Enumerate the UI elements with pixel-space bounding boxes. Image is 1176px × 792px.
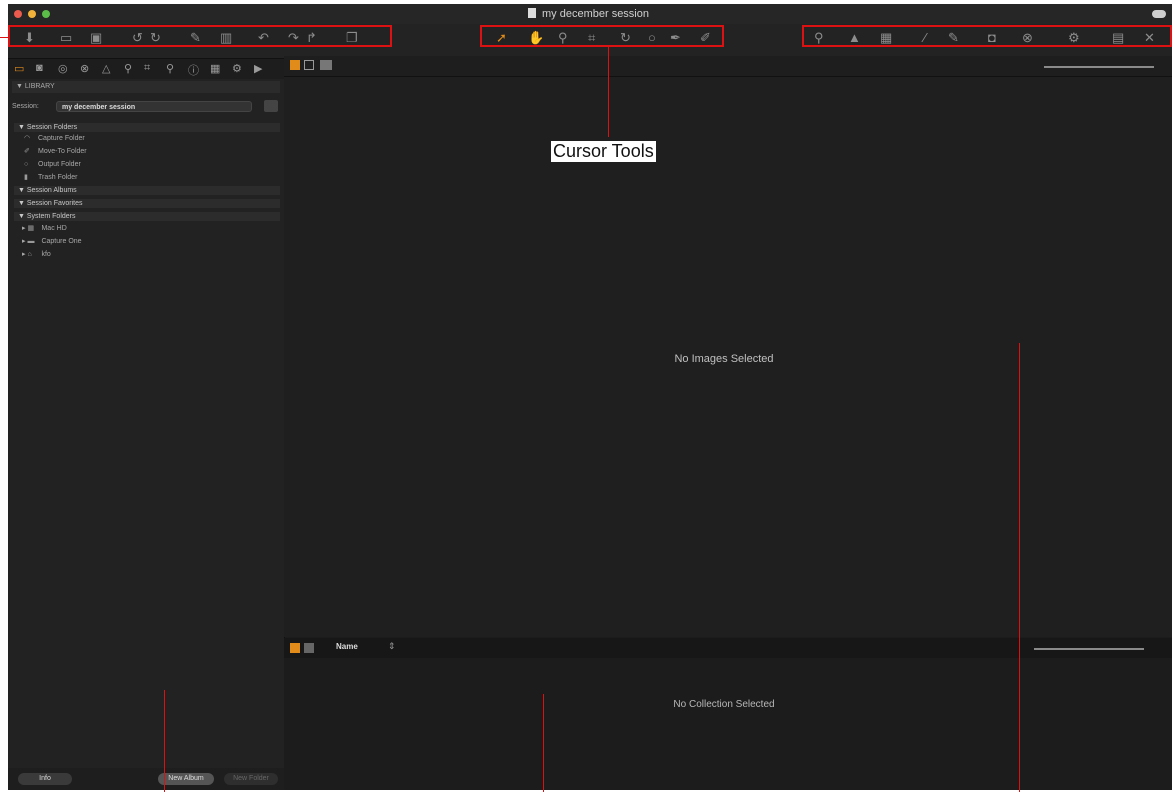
info-icon[interactable]: ⓘ	[188, 62, 199, 78]
cursor-tools-line	[608, 47, 609, 137]
hard-drive-icon: ▦	[27, 225, 35, 232]
sort-arrows-icon[interactable]: ⇕	[388, 641, 396, 652]
sidebar-item-mac-hd[interactable]: ▸ ▦ Mac HD	[22, 223, 67, 235]
left-callout-line	[0, 37, 8, 38]
browser-grid-icon[interactable]	[290, 643, 300, 653]
sidebar-callout-line	[164, 690, 165, 792]
section-session-folders[interactable]: ▼ Session Folders	[14, 123, 280, 132]
left-toolbar-callout	[8, 25, 392, 47]
zoom-slider[interactable]	[1044, 66, 1154, 68]
play-icon[interactable]: ▶	[254, 62, 262, 75]
sidebar-item-trash-folder[interactable]: ▮ Trash Folder	[24, 172, 77, 184]
zoom-window-button[interactable]	[42, 10, 50, 18]
document-icon	[528, 8, 536, 18]
viewer-toolbar	[284, 56, 1172, 77]
single-view-icon[interactable]	[304, 60, 314, 70]
section-session-albums[interactable]: ▼ Session Albums	[14, 186, 280, 195]
no-images-message: No Images Selected	[674, 353, 774, 365]
item-label: Mac HD	[41, 225, 67, 232]
sidebar-footer: Info New Album New Folder	[8, 768, 284, 790]
capture-icon[interactable]: ◎	[58, 62, 68, 75]
item-label: Output Folder	[38, 161, 81, 168]
browser-callout-line	[543, 694, 544, 792]
crop-icon[interactable]: ⌗	[144, 62, 150, 75]
sidebar-item-kfo[interactable]: ▸ ⌂ kfo	[22, 249, 51, 261]
item-label: kfo	[41, 251, 51, 258]
search-icon[interactable]: ⚲	[166, 62, 174, 75]
right-toolbar-callout	[802, 25, 1172, 47]
item-label: Capture One	[41, 238, 82, 245]
section-title: System Folders	[26, 213, 76, 220]
new-album-button[interactable]: New Album	[158, 773, 214, 785]
grid-icon[interactable]: ▦	[210, 62, 220, 75]
grid-view-icon[interactable]	[290, 60, 300, 70]
folder-icon: ▬	[27, 238, 35, 245]
trash-folder-icon: ▮	[24, 174, 28, 181]
image-browser: No Collection Selected	[284, 658, 1172, 790]
item-label: Capture Folder	[38, 135, 85, 142]
section-title: Session Albums	[26, 187, 77, 194]
cursor-tools-callout	[480, 25, 724, 47]
library-header[interactable]: ▼ LIBRARY	[12, 81, 280, 93]
toolbar-toggle-button[interactable]	[1152, 10, 1166, 18]
window-title-text: my december session	[542, 8, 649, 20]
session-row: Session: my december session	[12, 99, 280, 115]
section-title: Session Folders	[26, 124, 78, 131]
sidebar-item-move-to-folder[interactable]: ✐ Move-To Folder	[24, 146, 87, 158]
sidebar-item-output-folder[interactable]: ○ Output Folder	[24, 159, 81, 171]
section-system-folders[interactable]: ▼ System Folders	[14, 212, 280, 221]
session-select[interactable]: my december session	[56, 101, 252, 112]
output-folder-icon: ○	[24, 161, 29, 168]
move-to-folder-icon: ✐	[24, 148, 30, 155]
browser-toolbar: Name ⇕	[284, 638, 1172, 658]
info-button[interactable]: Info	[18, 773, 72, 785]
browser-list-icon[interactable]	[304, 643, 314, 653]
viewer-callout-line	[1019, 343, 1020, 792]
library-sidebar: ▭ ◙ ◎ ⊗ △ ⚲ ⌗ ⚲ ⓘ ▦ ⚙ ▶ ▼ LIBRARY Sessio…	[8, 59, 285, 790]
item-label: Trash Folder	[38, 174, 78, 181]
no-collection-message: No Collection Selected	[673, 699, 775, 710]
sidebar-item-capture-one[interactable]: ▸ ▬ Capture One	[22, 236, 82, 248]
window-title: my december session	[528, 8, 649, 20]
cursor-tools-label: Cursor Tools	[551, 141, 656, 162]
sort-select[interactable]: Name	[336, 642, 358, 651]
user-home-icon: ⌂	[27, 251, 32, 258]
title-bar: my december session	[8, 4, 1172, 24]
session-value: my december session	[62, 104, 136, 111]
close-window-button[interactable]	[14, 10, 22, 18]
image-viewer: No Images Selected	[284, 77, 1172, 637]
folder-icon[interactable]: ▭	[14, 62, 24, 75]
lens-icon[interactable]: ⊗	[80, 62, 89, 75]
thumbnail-size-slider[interactable]	[1034, 648, 1144, 650]
gear-icon[interactable]: ⚙	[232, 62, 242, 75]
tool-tabs: ▭ ◙ ◎ ⊗ △ ⚲ ⌗ ⚲ ⓘ ▦ ⚙ ▶	[8, 59, 284, 79]
pin-icon[interactable]: ⚲	[124, 62, 132, 75]
triangle-icon[interactable]: △	[102, 62, 110, 75]
capture-folder-icon: ◠	[24, 135, 31, 142]
item-label: Move-To Folder	[38, 148, 87, 155]
library-title: LIBRARY	[24, 83, 55, 90]
new-folder-button[interactable]: New Folder	[224, 773, 278, 785]
sidebar-item-capture-folder[interactable]: ◠ Capture Folder	[24, 133, 85, 145]
multi-view-icon[interactable]	[320, 60, 332, 70]
section-title: Session Favorites	[26, 200, 83, 207]
section-session-favorites[interactable]: ▼ Session Favorites	[14, 199, 280, 208]
app-window: my december session ⬇ ▭ ▣ ↺ ↻ ✎ ▥ ↶ ↷ ↱ …	[8, 4, 1172, 790]
minimize-window-button[interactable]	[28, 10, 36, 18]
session-label: Session:	[12, 103, 39, 110]
session-options-button[interactable]	[264, 100, 278, 112]
camera-icon[interactable]: ◙	[36, 62, 43, 74]
